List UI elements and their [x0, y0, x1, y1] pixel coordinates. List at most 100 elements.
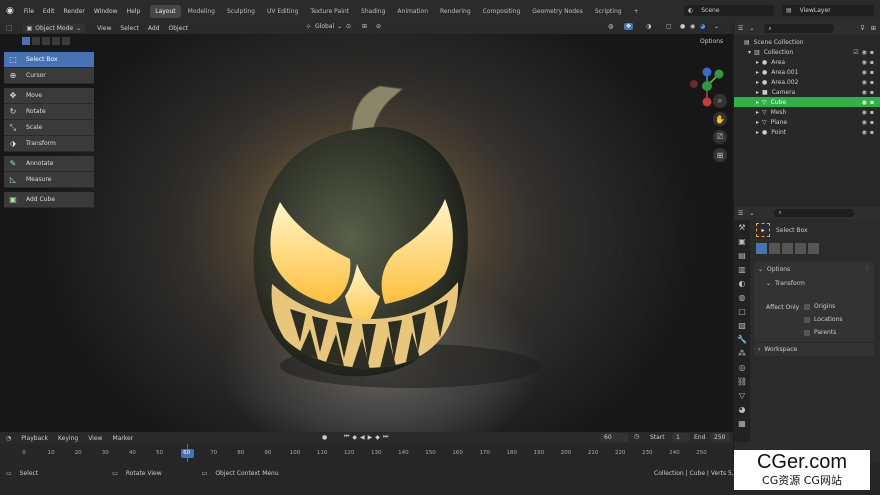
tool-measure[interactable]: ◺ Measure: [4, 172, 94, 188]
scene-selector[interactable]: ◐ Scene: [684, 5, 774, 16]
outliner-row-point[interactable]: ▸ ● Point ◉ ▪: [734, 127, 880, 137]
outliner-row-mesh[interactable]: ▸ ▽ Mesh ◉ ▪: [734, 107, 880, 117]
render-tab-icon[interactable]: ▣: [734, 234, 750, 248]
tool-annotate[interactable]: ✎ Annotate: [4, 156, 94, 172]
filter-icon[interactable]: ⊽: [860, 25, 864, 32]
scene-tab-icon[interactable]: ◐: [734, 276, 750, 290]
eye-icon[interactable]: ◉: [862, 99, 867, 106]
physics-tab-icon[interactable]: ◎: [734, 360, 750, 374]
jump-end-icon[interactable]: ⏭: [383, 433, 388, 441]
timeline-menu-keying[interactable]: Keying: [58, 435, 78, 442]
tab-rendering[interactable]: Rendering: [435, 5, 476, 18]
prev-keyframe-icon[interactable]: ◆: [352, 434, 357, 441]
outliner-row-area[interactable]: ▸ ● Area ◉ ▪: [734, 57, 880, 67]
constraints-tab-icon[interactable]: ⛓: [734, 374, 750, 388]
mode-intersect-icon[interactable]: [808, 243, 819, 254]
tab-geometry-nodes[interactable]: Geometry Nodes: [527, 5, 588, 18]
blender-logo-icon[interactable]: ◉: [6, 6, 14, 16]
play-icon[interactable]: ▶: [368, 434, 373, 441]
gizmo-center[interactable]: [702, 81, 712, 91]
outliner-row-scene-collection[interactable]: ▤ Scene Collection: [734, 37, 880, 47]
mode-set-icon[interactable]: [756, 243, 767, 254]
timeline-editor-icon[interactable]: ◔: [6, 435, 11, 442]
visibility-icon[interactable]: ◍: [608, 23, 613, 30]
properties-search-input[interactable]: ⌕: [774, 209, 855, 217]
mode-extend-icon[interactable]: [769, 243, 780, 254]
end-frame-field[interactable]: 250: [710, 433, 730, 442]
modifier-tab-icon[interactable]: 🔧: [734, 332, 750, 346]
viewport-menu-view[interactable]: View: [97, 25, 111, 32]
outliner-search-input[interactable]: ⌕: [764, 24, 835, 33]
shading-solid-icon[interactable]: ●: [680, 23, 685, 30]
timeline-menu-view[interactable]: View: [88, 435, 102, 442]
gizmo-y-axis[interactable]: [714, 69, 724, 79]
locations-checkbox[interactable]: Locations: [804, 316, 843, 323]
pan-hand-icon[interactable]: ✋: [713, 112, 727, 126]
outliner-editor-icon[interactable]: ☰: [738, 25, 743, 32]
tool-move[interactable]: ✥ Move: [4, 88, 94, 104]
gizmo-z-axis[interactable]: [702, 67, 712, 77]
3d-viewport[interactable]: Options ⬚ Select Box ⊕ Cursor ✥ Move ↻ R…: [0, 34, 733, 432]
material-tab-icon[interactable]: ◕: [734, 402, 750, 416]
jump-start-icon[interactable]: ⏮: [344, 433, 349, 441]
tool-tab-icon[interactable]: ⚒: [734, 220, 750, 234]
properties-editor-icon[interactable]: ☰: [738, 210, 743, 217]
perspective-grid-icon[interactable]: ⊞: [713, 148, 727, 162]
outliner-row-camera[interactable]: ▸ ■ Camera ◉ ▪: [734, 87, 880, 97]
tool-rotate[interactable]: ↻ Rotate: [4, 104, 94, 120]
eye-icon[interactable]: ◉: [862, 119, 867, 126]
tool-scale[interactable]: ⤡ Scale: [4, 120, 94, 136]
tab-uv-editing[interactable]: UV Editing: [262, 5, 303, 18]
camera-icon[interactable]: ▪: [870, 69, 874, 76]
mode-subtract-icon[interactable]: [782, 243, 793, 254]
editor-type-icon[interactable]: ⬚: [6, 24, 13, 32]
timeline-menu-marker[interactable]: Marker: [112, 435, 133, 442]
mode-difference-icon[interactable]: [795, 243, 806, 254]
object-tab-icon[interactable]: ▧: [734, 318, 750, 332]
camera-view-icon[interactable]: ⎚: [713, 130, 727, 144]
camera-icon[interactable]: ▪: [870, 129, 874, 136]
texture-tab-icon[interactable]: ▦: [734, 416, 750, 430]
camera-icon[interactable]: ▪: [870, 119, 874, 126]
tool-cursor[interactable]: ⊕ Cursor: [4, 68, 94, 84]
mode-dropdown[interactable]: ▣ Object Mode ⌄: [22, 23, 86, 33]
viewport-menu-add[interactable]: Add: [148, 25, 160, 32]
options-panel-header[interactable]: ⌄ Options: [754, 262, 874, 276]
clock-icon[interactable]: ◷: [634, 433, 639, 440]
camera-icon[interactable]: ▪: [870, 59, 874, 66]
checkbox-icon[interactable]: ☑: [853, 49, 858, 56]
camera-icon[interactable]: ▪: [870, 49, 874, 56]
shading-material-icon[interactable]: ◉: [690, 23, 695, 30]
play-reverse-icon[interactable]: ◀: [360, 434, 365, 441]
shading-rendered-icon[interactable]: ◕: [700, 23, 705, 30]
camera-icon[interactable]: ▪: [870, 89, 874, 96]
particles-tab-icon[interactable]: ⁂: [734, 346, 750, 360]
proportional-edit-icon[interactable]: ⊘: [376, 23, 381, 30]
origins-checkbox[interactable]: Origins: [804, 303, 835, 310]
eye-icon[interactable]: ◉: [862, 109, 867, 116]
outliner-row-cube[interactable]: ▸ ▽ Cube ◉ ▪: [734, 97, 880, 107]
eye-icon[interactable]: ◉: [862, 79, 867, 86]
transform-subpanel-header[interactable]: ⌄ Transform: [754, 276, 874, 290]
menu-window[interactable]: Window: [94, 8, 118, 15]
tool-select-box[interactable]: ⬚ Select Box: [4, 52, 94, 68]
eye-icon[interactable]: ◉: [862, 59, 867, 66]
new-collection-icon[interactable]: ⊞: [871, 25, 876, 32]
add-workspace-button[interactable]: +: [629, 5, 644, 18]
gizmo-neg-x[interactable]: [690, 80, 698, 88]
tool-transform[interactable]: ⬗ Transform: [4, 136, 94, 152]
tab-animation[interactable]: Animation: [392, 5, 433, 18]
tab-sculpting[interactable]: Sculpting: [222, 5, 260, 18]
gizmo-toggle-icon[interactable]: ✥: [624, 23, 634, 30]
outliner-row-area-001[interactable]: ▸ ● Area.001 ◉ ▪: [734, 67, 880, 77]
current-frame-field[interactable]: 60: [600, 433, 628, 442]
outliner-row-area-002[interactable]: ▸ ● Area.002 ◉ ▪: [734, 77, 880, 87]
drag-handle-icon[interactable]: ⋮: [864, 265, 870, 272]
timeline-menu-playback[interactable]: Playback: [21, 435, 48, 442]
zoom-icon[interactable]: ⌕: [713, 94, 727, 108]
tab-layout[interactable]: Layout: [150, 4, 181, 18]
tab-scripting[interactable]: Scripting: [590, 5, 627, 18]
tab-modeling[interactable]: Modeling: [183, 5, 220, 18]
output-tab-icon[interactable]: ▤: [734, 248, 750, 262]
menu-help[interactable]: Help: [127, 8, 141, 15]
